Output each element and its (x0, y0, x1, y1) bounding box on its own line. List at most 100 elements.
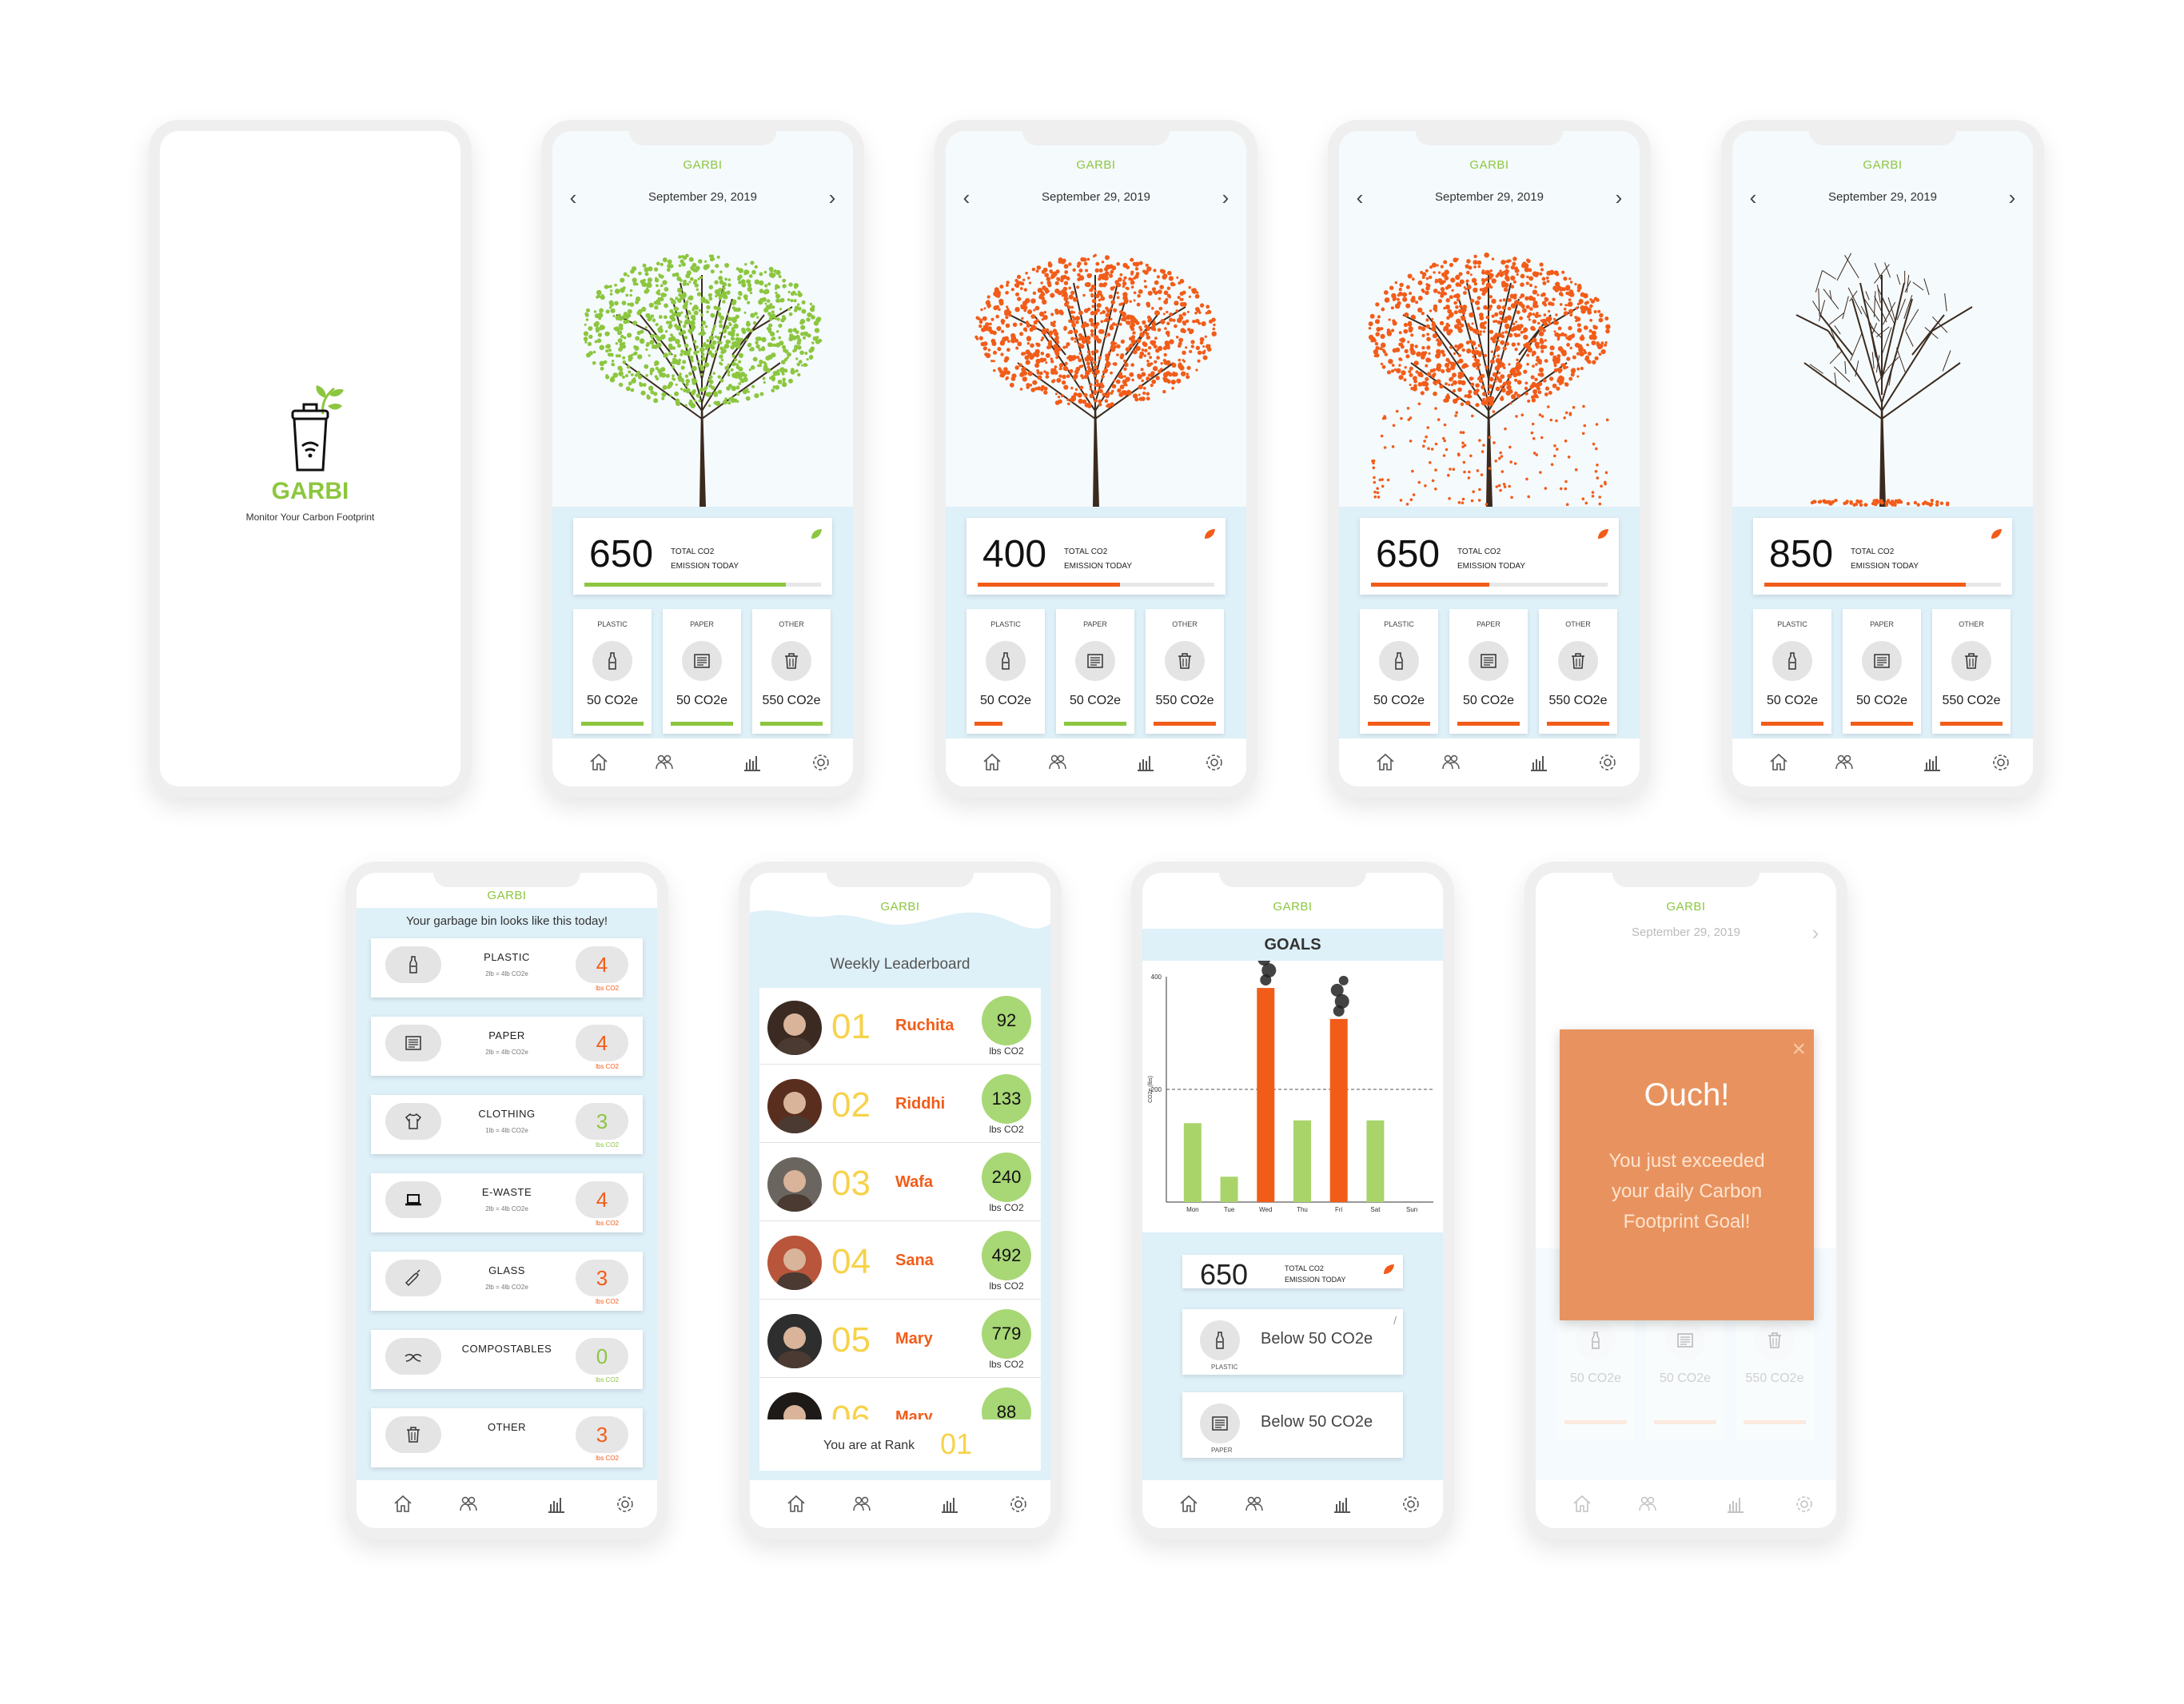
tab-settings-icon[interactable] (1400, 1493, 1422, 1515)
score-unit: lbs CO2 (989, 1280, 1024, 1292)
category-value: 550 CO2e (1942, 694, 2001, 707)
tab-stats-icon[interactable] (939, 1493, 961, 1515)
category-card-plastic[interactable]: PLASTIC 50 CO2e (1753, 609, 1831, 734)
bottle-icon (1379, 641, 1419, 681)
date-navigator: ‹ September 29, 2019 › (946, 185, 1246, 209)
date-navigator: ‹ September 29, 2019 › (1732, 185, 2033, 209)
total-label-line-1: TOTAL CO2 (1064, 547, 1108, 556)
tab-stats-icon[interactable] (545, 1493, 568, 1515)
rank-number: 01 (831, 1007, 871, 1046)
tab-community-icon[interactable] (653, 751, 676, 774)
category-card-paper[interactable]: PAPER 50 CO2e (1449, 609, 1528, 734)
settings-icon (1206, 754, 1222, 770)
tab-settings-icon[interactable] (1596, 751, 1619, 774)
tab-settings-icon[interactable] (810, 751, 832, 774)
category-card-other[interactable]: OTHER 550 CO2e (1146, 609, 1224, 734)
tab-settings-icon[interactable] (1203, 751, 1226, 774)
goal-card-plastic[interactable]: Below 50 CO2e PLASTIC / (1182, 1309, 1403, 1375)
leaderboard-row[interactable]: 06Mary88lbs CO2 (759, 1380, 1041, 1419)
tab-settings-icon[interactable] (614, 1493, 636, 1515)
tab-community-icon[interactable] (457, 1493, 480, 1515)
category-progress-bar (1368, 722, 1430, 726)
next-day-arrow[interactable]: › (2001, 185, 2023, 209)
tab-community-icon[interactable] (1833, 751, 1855, 774)
tab-stats-icon[interactable] (1528, 751, 1550, 774)
tab-stats-icon[interactable] (1921, 751, 1943, 774)
leaderboard-row[interactable]: 01 Ruchita 92 lbs CO2 (759, 988, 1041, 1065)
leaf-icon (811, 529, 822, 539)
total-emission-card: 650 TOTAL CO2 EMISSION TODAY (573, 518, 832, 595)
garbage-item-plastic[interactable]: PLASTIC 2lb = 4lb CO2e 4 lbs CO2 (371, 938, 643, 997)
tab-community-icon[interactable] (1046, 751, 1069, 774)
goals-screen: GARBI GOALS 200 400 CO2e (lbs) Mon Tue Wed Thu… (1142, 873, 1443, 1528)
close-icon[interactable]: × (1791, 1036, 1806, 1063)
tab-stats-icon[interactable] (1134, 751, 1157, 774)
bottle-icon (385, 946, 441, 983)
category-card-paper[interactable]: PAPER 50 CO2e (1056, 609, 1134, 734)
tab-community-icon[interactable] (851, 1493, 873, 1515)
brand-label: GARBI (1273, 900, 1313, 914)
leaf-icon (1991, 529, 2002, 539)
category-title: PAPER (1083, 620, 1107, 628)
leaderboard-row[interactable]: 02 Riddhi 133 lbs CO2 (759, 1066, 1041, 1143)
category-card-other[interactable]: OTHER 550 CO2e (752, 609, 831, 734)
tab-home-icon[interactable] (1768, 751, 1790, 774)
leaderboard-list[interactable]: 01 Ruchita 92 lbs CO2 02 Riddhi 133 lbs CO2 03 Wa… (759, 988, 1041, 1419)
emission-progress-track (978, 583, 1214, 587)
tab-settings-icon[interactable] (1007, 1493, 1030, 1515)
tab-community-icon[interactable] (1440, 751, 1462, 774)
home-icon (1180, 1495, 1198, 1512)
tab-bar (1142, 1480, 1443, 1528)
category-card-paper[interactable]: PAPER 50 CO2e (663, 609, 741, 734)
category-card-paper[interactable]: PAPER 50 CO2e (1843, 609, 1921, 734)
category-card-other[interactable]: OTHER 550 CO2e (1539, 609, 1617, 734)
edit-pencil-icon[interactable]: / (1393, 1314, 1397, 1327)
garbage-item-conversion: 2lb = 4lb CO2e (485, 1205, 528, 1212)
tab-home-icon[interactable] (392, 1493, 414, 1515)
tab-home-icon[interactable] (785, 1493, 807, 1515)
category-progress-bar (1851, 722, 1913, 726)
garbage-item-other[interactable]: OTHER 3 lbs CO2 (371, 1408, 643, 1467)
next-day-arrow[interactable]: › (821, 185, 843, 209)
stats-icon (744, 756, 760, 771)
next-day-arrow[interactable]: › (1804, 921, 1827, 945)
score-unit: lbs CO2 (989, 1045, 1024, 1057)
category-card-plastic[interactable]: PLASTIC 50 CO2e (573, 609, 652, 734)
garbage-item-clothing[interactable]: CLOTHING 1lb = 4lb CO2e 3 lbs CO2 (371, 1095, 643, 1154)
category-card-plastic[interactable]: PLASTIC 50 CO2e (1360, 609, 1438, 734)
date-navigator: September 29, 2019 › (1536, 921, 1836, 945)
category-progress-bar (1154, 722, 1216, 726)
category-card-plastic[interactable]: PLASTIC 50 CO2e (966, 609, 1045, 734)
garbage-item-glass[interactable]: GLASS 2lb = 4lb CO2e 3 lbs CO2 (371, 1252, 643, 1311)
garbage-item-compostables[interactable]: COMPOSTABLES 0 lbs CO2 (371, 1330, 643, 1389)
garbage-item-e-waste[interactable]: E-WASTE 2lb = 4lb CO2e 4 lbs CO2 (371, 1173, 643, 1232)
leaf-icon (1598, 529, 1608, 539)
tab-settings-icon[interactable] (1990, 751, 2012, 774)
category-card-other[interactable]: OTHER 550 CO2e (1932, 609, 2011, 734)
goal-card-paper[interactable]: Below 50 CO2e PAPER (1182, 1392, 1403, 1458)
popup-title: Ouch! (1644, 1077, 1730, 1113)
tab-home-icon[interactable] (1178, 1493, 1200, 1515)
tab-stats-icon[interactable] (741, 751, 763, 774)
garbage-item-unit: lbs CO2 (596, 1141, 619, 1149)
avatar (767, 1079, 822, 1133)
leaderboard-row[interactable]: 04 Sana 492 lbs CO2 (759, 1223, 1041, 1300)
goal-card-text: Below 50 CO2e (1261, 1330, 1373, 1348)
next-day-arrow[interactable]: › (1214, 185, 1237, 209)
tab-community-icon[interactable] (1243, 1493, 1265, 1515)
tab-home-icon[interactable] (1374, 751, 1397, 774)
tab-stats-icon[interactable] (1331, 1493, 1353, 1515)
paper-icon (1200, 1403, 1240, 1443)
date-label: September 29, 2019 (1042, 190, 1150, 204)
date-navigator: ‹ September 29, 2019 › (1339, 185, 1640, 209)
notch (1612, 873, 1760, 887)
brand-label: GARBI (1863, 158, 1903, 172)
next-day-arrow[interactable]: › (1608, 185, 1630, 209)
tab-home-icon[interactable] (981, 751, 1003, 774)
tab-home-icon[interactable] (588, 751, 610, 774)
leaderboard-row[interactable]: 03 Wafa 240 lbs CO2 (759, 1145, 1041, 1221)
leaderboard-row[interactable]: 05 Mary 779 lbs CO2 (759, 1301, 1041, 1378)
your-rank-bar: You are at Rank 01 (759, 1419, 1041, 1471)
x-tick-label: Wed (1259, 1206, 1272, 1213)
garbage-item-paper[interactable]: PAPER 2lb = 4lb CO2e 4 lbs CO2 (371, 1017, 643, 1076)
